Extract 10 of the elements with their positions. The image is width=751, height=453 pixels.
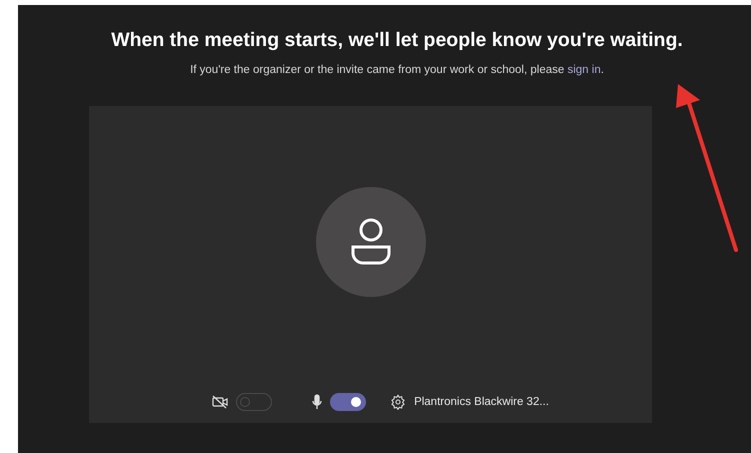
microphone-toggle[interactable] <box>330 393 366 411</box>
microphone-icon <box>312 394 322 410</box>
settings-icon[interactable] <box>390 394 406 410</box>
camera-off-icon <box>212 395 228 409</box>
sign-in-link[interactable]: sign in <box>567 64 601 76</box>
person-icon <box>348 217 392 267</box>
sign-in-hint: If you're the organizer or the invite came from your work or school, please sign in. <box>190 64 604 76</box>
camera-toggle[interactable] <box>236 393 272 411</box>
lobby-heading: When the meeting starts, we'll let people know you're waiting. <box>111 29 683 52</box>
audio-device-name[interactable]: Plantronics Blackwire 32... <box>414 396 549 408</box>
